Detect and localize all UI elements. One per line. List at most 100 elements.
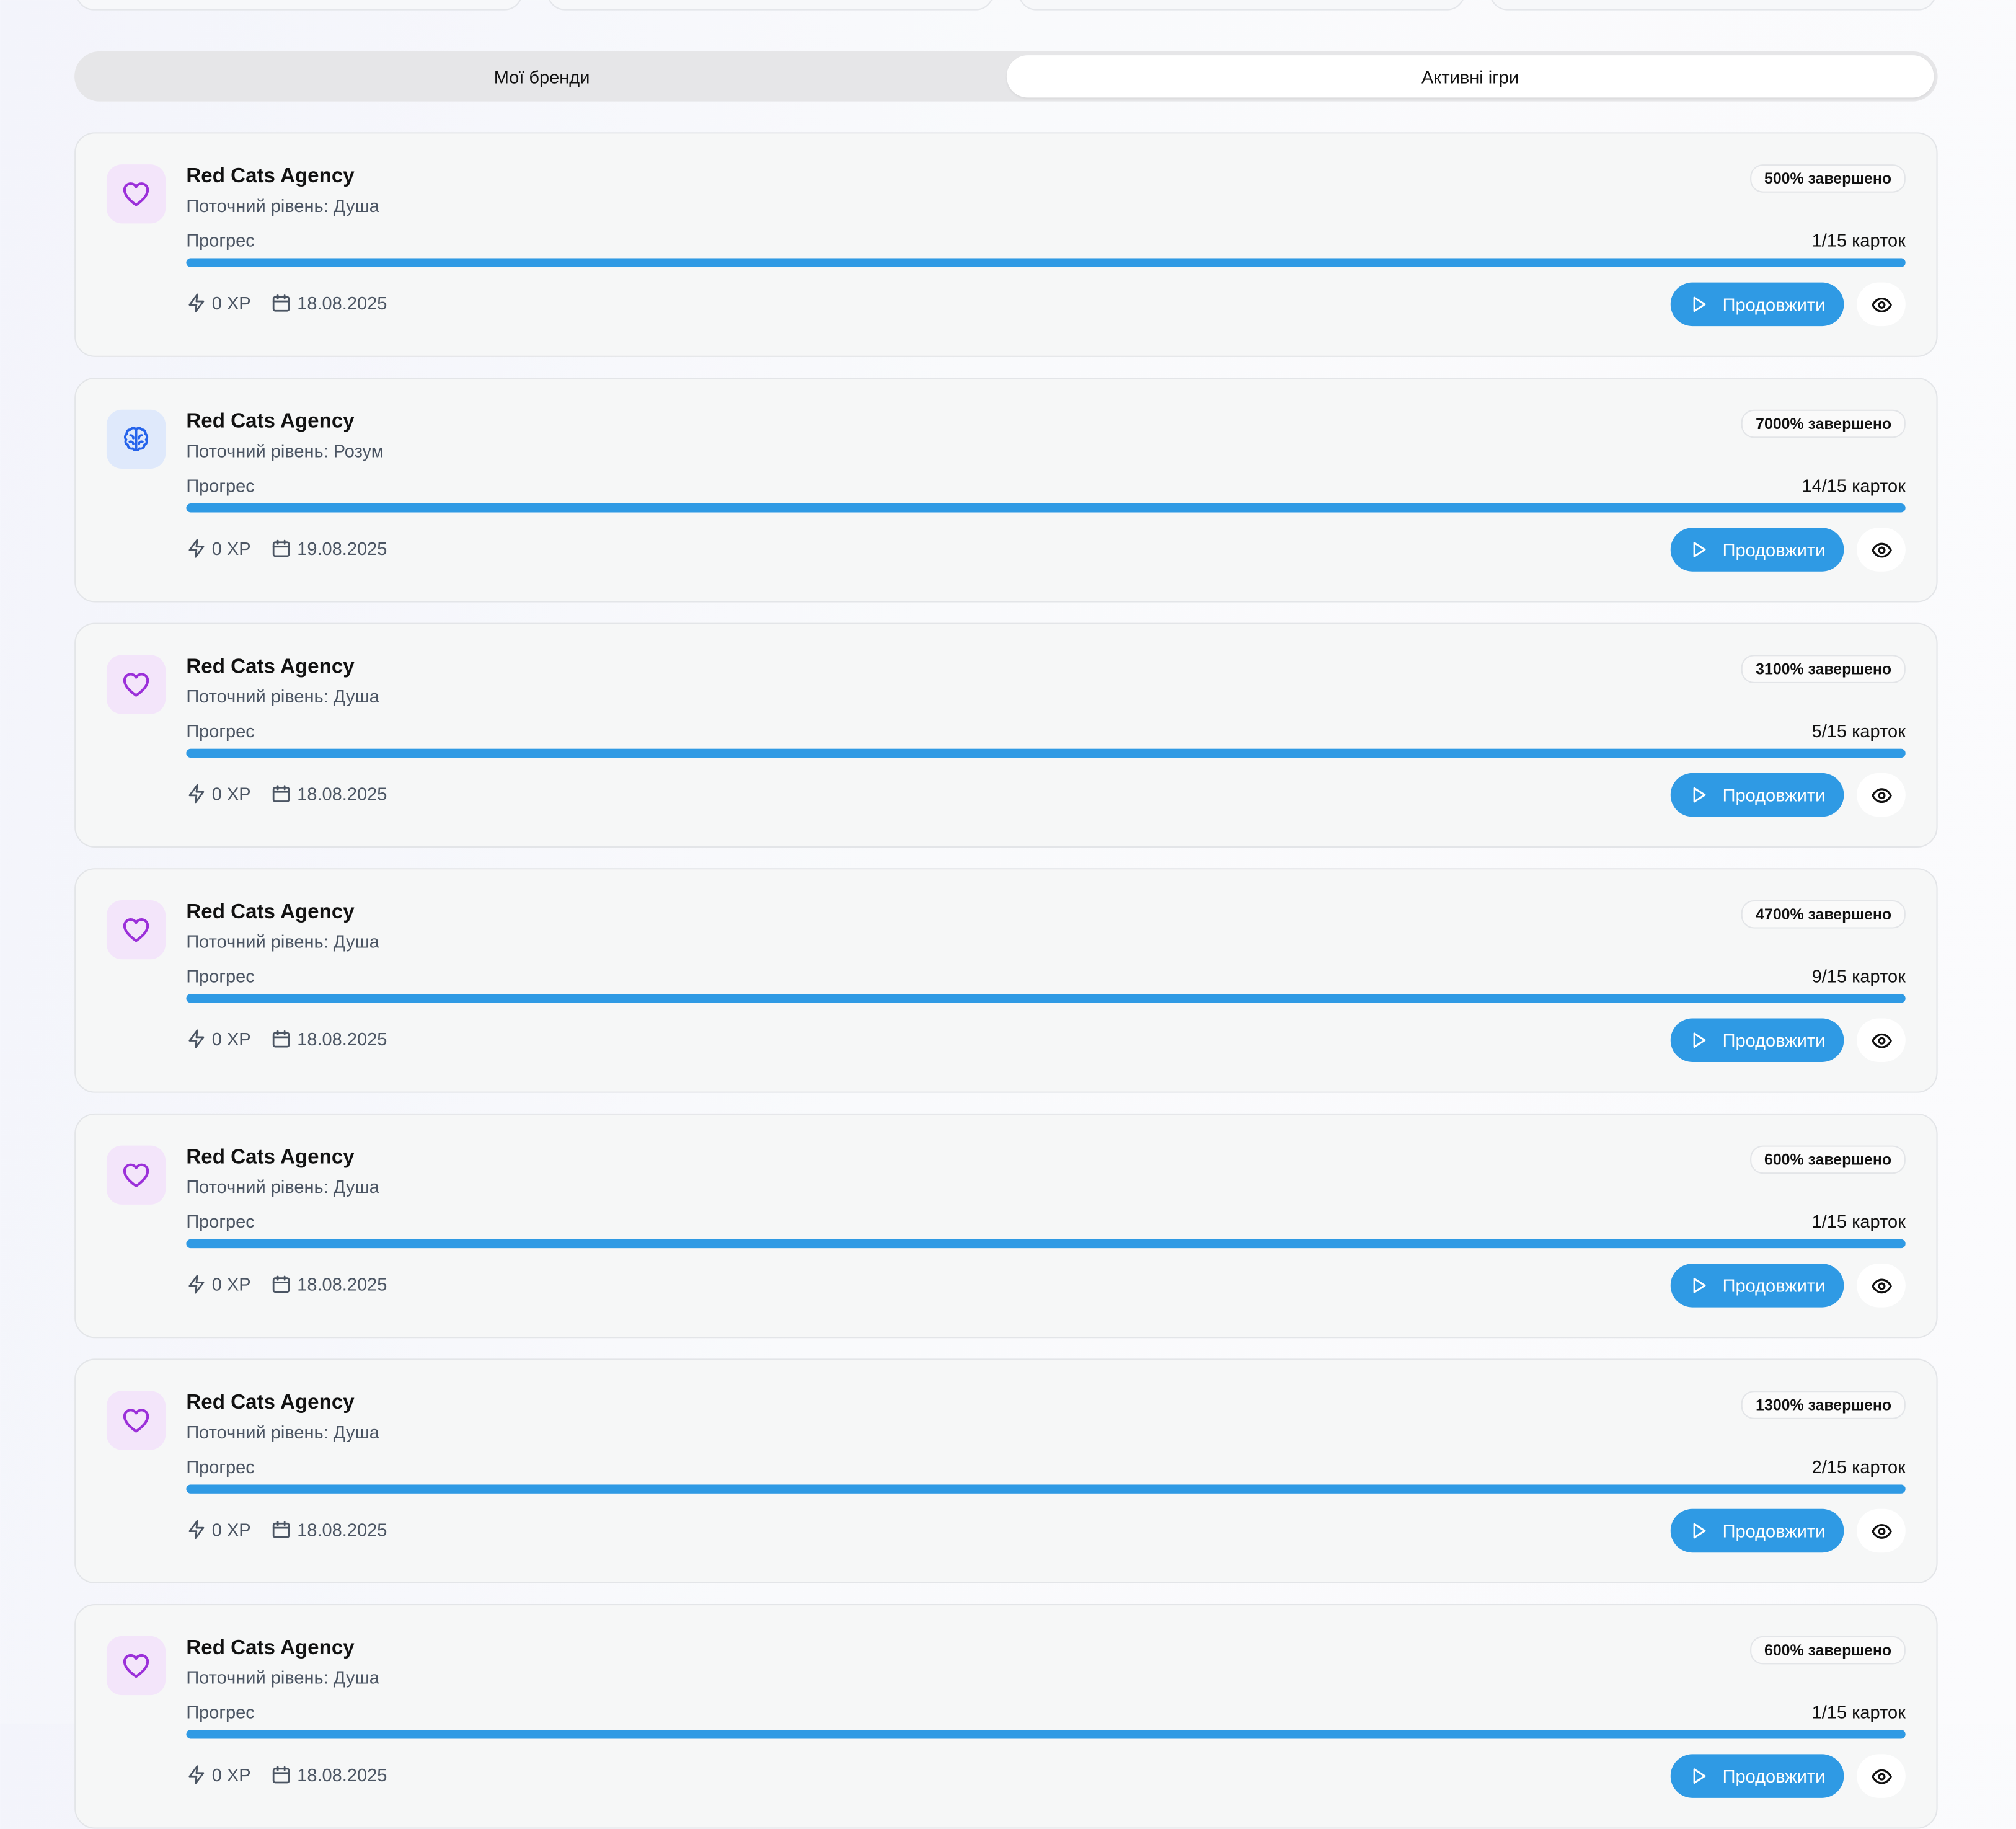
date-value: 18.08.2025 [297,783,387,804]
continue-label: Продовжити [1722,1520,1826,1541]
continue-button[interactable]: Продовжити [1670,1754,1844,1798]
progress-bar-fill [186,503,1906,513]
date-info: 18.08.2025 [272,1274,387,1295]
eye-icon [1870,539,1892,560]
xp-info: 0 XP [186,1765,251,1785]
completion-badge: 4700% завершено [1741,900,1906,929]
date-value: 18.08.2025 [297,1029,387,1050]
game-meta: 0 XP 18.08.2025 [186,1029,387,1049]
xp-value: 0 XP [211,783,251,804]
xp-value: 0 XP [211,293,251,314]
active-games-view: Мої бренди Активні ігри Red Cats Agency … [0,0,2016,1829]
date-info: 18.08.2025 [272,783,387,804]
continue-button[interactable]: Продовжити [1670,282,1844,327]
level-avatar [106,1145,166,1205]
view-button[interactable] [1857,528,1906,572]
xp-info: 0 XP [186,1273,251,1295]
continue-button[interactable]: Продовжити [1670,528,1844,572]
progress-bar [186,503,1906,513]
current-level: Поточний рівень: Душа [186,1421,379,1443]
calendar-icon [272,783,297,804]
progress-label: Прогрес [186,720,255,742]
continue-button[interactable]: Продовжити [1670,1508,1844,1553]
play-icon [1689,1277,1723,1295]
current-level: Поточний рівень: Розум [186,440,384,461]
calendar-icon [272,1519,297,1539]
lightning-icon [186,538,211,559]
continue-label: Продовжити [1722,1766,1826,1787]
brand-name: Red Cats Agency [186,901,355,924]
progress-bar-fill [186,748,1906,758]
continue-button[interactable]: Продовжити [1670,773,1844,817]
continue-label: Продовжити [1722,294,1826,315]
continue-button[interactable]: Продовжити [1670,1018,1844,1062]
progress-label: Прогрес [186,475,255,496]
heart-icon [121,1159,152,1190]
date-value: 19.08.2025 [297,538,387,559]
game-meta: 0 XP 18.08.2025 [186,783,387,804]
progress-bar-fill [186,1730,1906,1739]
view-button[interactable] [1857,282,1906,327]
play-icon [1689,1767,1723,1785]
eye-icon [1870,293,1892,315]
date-info: 18.08.2025 [272,1519,387,1539]
view-button[interactable] [1857,1754,1906,1798]
continue-button[interactable]: Продовжити [1670,1264,1844,1308]
game-meta: 0 XP 18.08.2025 [186,293,387,313]
game-card: Red Cats Agency Поточний рівень: Душа 47… [74,868,1938,1093]
completion-badge: 3100% завершено [1741,655,1906,683]
calendar-icon [272,1765,297,1785]
date-info: 18.08.2025 [272,1765,387,1785]
stat-card [547,0,994,11]
current-level: Поточний рівень: Душа [186,686,379,707]
date-info: 18.08.2025 [272,1029,387,1049]
lightning-icon [186,1274,211,1295]
level-avatar [106,1391,166,1450]
eye-icon [1870,1275,1892,1296]
xp-info: 0 XP [186,1519,251,1539]
lightning-icon [186,1519,211,1539]
tab-active-games[interactable]: Активні ігри [1006,55,1934,98]
view-button[interactable] [1857,1264,1906,1308]
xp-info: 0 XP [186,293,251,314]
continue-label: Продовжити [1722,539,1826,560]
stat-card [1489,0,1937,11]
play-icon [1689,1031,1723,1049]
level-avatar [106,409,166,469]
view-button[interactable] [1857,773,1906,817]
heart-icon [121,914,152,946]
progress-bar [186,1730,1906,1739]
heart-icon [121,179,152,210]
date-value: 18.08.2025 [297,1764,387,1786]
eye-icon [1870,1520,1892,1541]
progress-label: Прогрес [186,229,255,250]
continue-label: Продовжити [1722,1275,1826,1296]
tab-my-brands[interactable]: Мої бренди [78,55,1005,97]
cards-count: 1/15 карток [1811,1211,1906,1232]
xp-value: 0 XP [211,1273,251,1295]
date-info: 18.08.2025 [272,293,387,313]
progress-bar [186,1484,1906,1494]
progress-bar [186,1239,1906,1249]
current-level: Поточний рівень: Душа [186,1667,379,1688]
cards-count: 2/15 карток [1811,1456,1906,1477]
view-button[interactable] [1857,1018,1906,1062]
game-meta: 0 XP 19.08.2025 [186,538,387,559]
xp-info: 0 XP [186,783,251,804]
tabs-bar: Мої бренди Активні ігри [74,51,1938,102]
game-meta: 0 XP 18.08.2025 [186,1274,387,1295]
stats-row [76,0,1937,13]
stat-card [1018,0,1466,11]
game-card: Red Cats Agency Поточний рівень: Душа 31… [74,622,1938,848]
brand-name: Red Cats Agency [186,410,355,433]
cards-count: 9/15 карток [1811,965,1906,986]
continue-label: Продовжити [1722,1030,1826,1051]
progress-bar [186,258,1906,267]
stat-card [76,0,523,11]
xp-value: 0 XP [211,1029,251,1050]
completion-badge: 600% завершено [1750,1145,1906,1174]
xp-value: 0 XP [211,538,251,559]
view-button[interactable] [1857,1508,1906,1553]
current-level: Поточний рівень: Душа [186,195,379,216]
continue-label: Продовжити [1722,784,1826,805]
